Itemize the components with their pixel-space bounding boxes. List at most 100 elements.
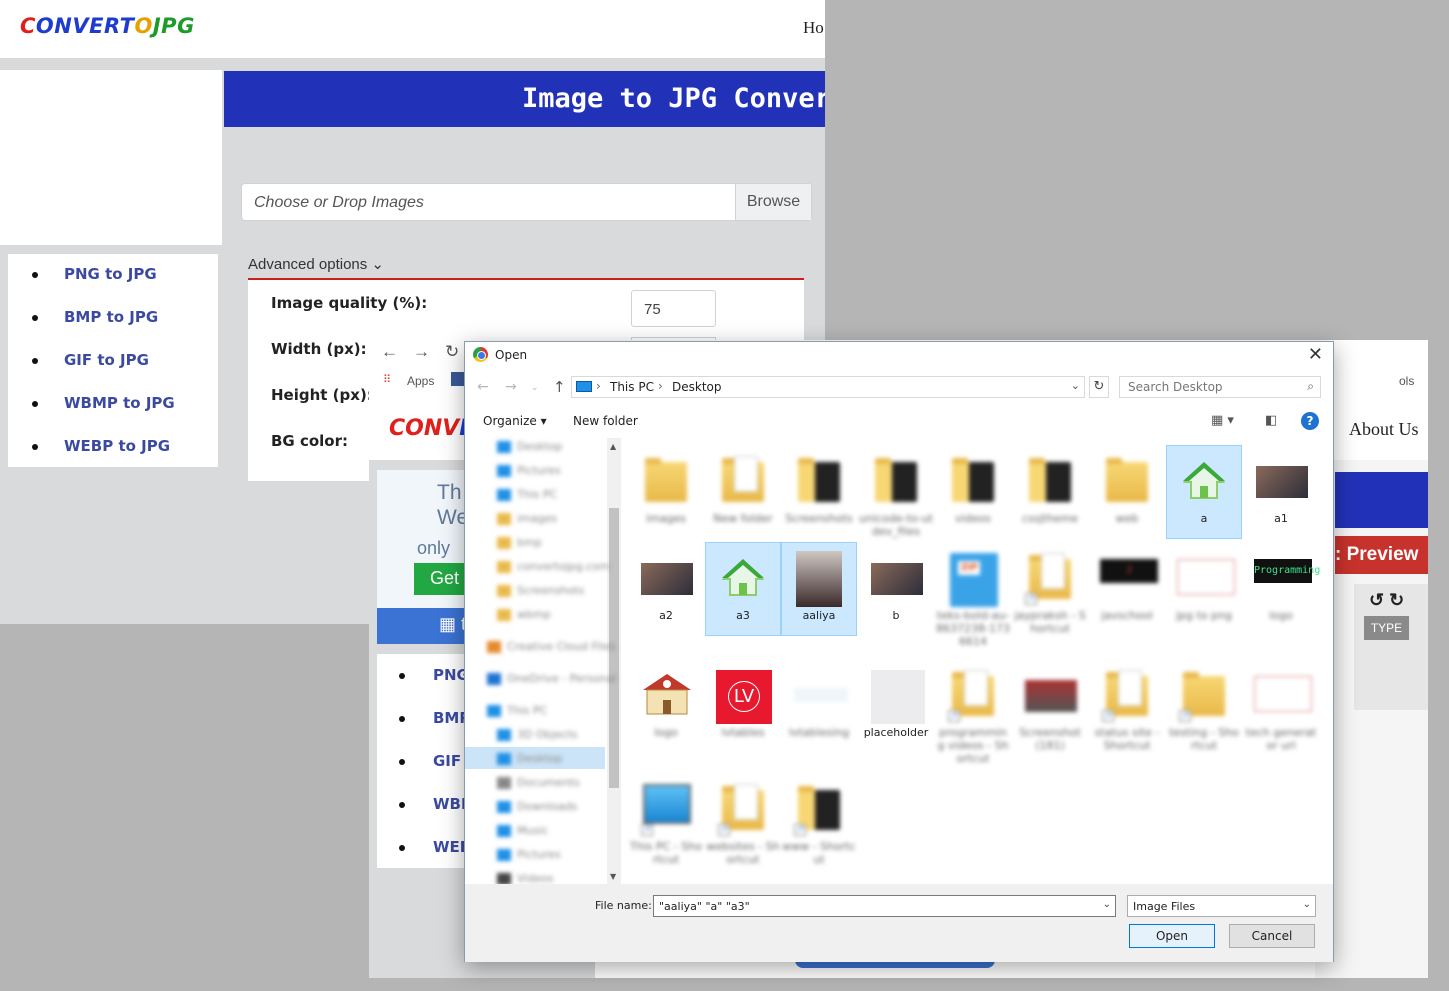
tools-bookmark[interactable]: ols [1399,374,1414,388]
nav-item[interactable]: Desktop [497,438,607,458]
nav-item[interactable]: Music [497,822,607,842]
file-item[interactable]: Screenshot (181) [1013,660,1087,752]
browse-button[interactable]: Browse [735,184,811,220]
school-logo-icon [639,666,693,722]
nav-item[interactable]: Downloads [497,798,607,818]
file-item[interactable]: ↗ testing - Shortcut [1167,660,1241,752]
sidebar-link-png[interactable]: PNG to JPG [8,254,218,297]
file-item[interactable]: logo [629,660,703,752]
file-item[interactable]: Screenshots [782,446,856,538]
nav-item[interactable]: convertojpg.com [497,558,610,578]
file-item[interactable]: tech generator url [1244,660,1318,752]
refresh-icon[interactable]: ↻ [1089,376,1109,398]
file-item[interactable]: a2 [629,543,703,635]
organize-button[interactable]: Organize ▾ [483,414,547,428]
type-button[interactable]: TYPE [1364,616,1409,640]
file-name: lvtablesing [788,726,850,739]
nav-item[interactable]: bmp [497,534,607,554]
up-folder-icon[interactable]: ↑ [553,378,566,396]
help-icon[interactable]: ? [1301,412,1319,430]
rotate-icons[interactable]: ↺ ↻ [1369,590,1404,611]
search-input[interactable]: Search Desktop ⌕ [1119,376,1321,398]
chevron-down-icon[interactable]: ⌄ [1303,899,1311,910]
quality-input[interactable]: 75 [631,290,716,327]
back-icon[interactable]: ← [477,379,489,395]
scroll-up-icon[interactable]: ▲ [610,442,616,451]
nav-home-link[interactable]: Ho [803,18,824,38]
back-arrow-icon[interactable]: ← [381,342,398,362]
site-logo-2[interactable]: CONVE [389,416,474,441]
facebook-icon[interactable] [451,372,465,386]
breadcrumb-desktop[interactable]: Desktop [672,380,722,394]
scroll-down-icon[interactable]: ▼ [610,872,616,881]
file-item[interactable]: ↗ This PC - Shortcut [629,774,703,866]
file-item[interactable]: a3 [705,542,781,636]
nav-item[interactable]: Desktop [497,750,607,770]
chevron-down-icon[interactable]: ⌄ [1071,379,1080,392]
file-item[interactable]: ↗ jaypraksh - Shortcut [1013,543,1087,635]
file-item[interactable]: a [1166,445,1242,539]
nav-item[interactable]: OneDrive - Personal [487,670,616,690]
nav-item[interactable]: Pictures [497,846,607,866]
apps-bookmark[interactable]: Apps [407,374,434,388]
file-item[interactable]: LV lvtables [706,660,780,752]
file-item[interactable]: lvtablesing [782,660,856,752]
folder-icon: ↗ [1177,666,1231,722]
nav-item[interactable]: Creative Cloud Files [487,638,616,658]
view-options-icon[interactable]: ▦ ▾ [1211,413,1234,428]
nav-item[interactable]: Screenshots [497,582,607,602]
file-item[interactable]: images [629,446,703,538]
file-item[interactable]: ↗ programming videos - Shortcut [936,660,1010,765]
file-item[interactable]: ↗ status site - Shortcut [1090,660,1164,752]
reload-icon[interactable]: ↻ [445,342,459,362]
open-button[interactable]: Open [1129,924,1215,948]
file-item[interactable]: ↗ www - Shortcut [782,774,856,866]
forward-arrow-icon[interactable]: → [413,342,430,362]
file-item[interactable]: aaliya [781,542,857,636]
preview-pane-icon[interactable]: ◧ [1265,413,1277,428]
file-item[interactable]: cssjtheme [1013,446,1087,538]
folder-icon [487,705,501,717]
file-item[interactable]: b [859,543,933,635]
recent-chevron-icon[interactable]: ⌄ [531,383,539,393]
site-logo[interactable]: CONVERTOJPG [20,14,195,38]
nav-item[interactable]: images [497,510,607,530]
sidebar-link-bmp[interactable]: BMP to JPG [8,297,218,340]
close-icon[interactable]: ✕ [1308,344,1323,365]
folder-icon [497,441,511,453]
new-folder-button[interactable]: New folder [573,414,638,428]
file-type-select[interactable]: Image Files ⌄ [1127,895,1316,917]
file-name: jpg to png [1176,609,1232,622]
sidebar-link-wbmp[interactable]: WBMP to JPG [8,383,218,426]
file-item[interactable]: Programming logo [1244,543,1320,635]
file-item[interactable]: unicode-to-utdev_files [859,446,933,538]
screenshot-thumbnail-icon [1023,666,1077,722]
file-item[interactable]: jpg to png [1167,543,1241,635]
file-name-input[interactable]: "aaliya" "a" "a3" ⌄ [653,895,1116,917]
file-item[interactable]: New folder [706,446,780,538]
file-item[interactable]: placeholder [859,660,933,752]
advanced-options-toggle[interactable]: Advanced options ⌄ [248,255,384,273]
chevron-down-icon[interactable]: ⌄ [1103,899,1111,910]
nav-item[interactable]: Pictures [497,462,607,482]
nav-item[interactable]: This PC [497,486,607,506]
address-bar[interactable]: › This PC › Desktop ⌄ [571,376,1085,398]
about-us-link[interactable]: About Us [1349,419,1419,440]
forward-icon[interactable]: → [505,379,517,395]
title-banner: Image to JPG Converter [224,71,825,127]
file-item[interactable]: Jjavschool [1090,543,1164,635]
breadcrumb-this-pc[interactable]: This PC [610,380,654,394]
file-item[interactable]: videos [936,446,1010,538]
file-item[interactable]: ↗ websites - Shortcut [706,774,780,866]
nav-item[interactable]: wbmp [497,606,607,626]
file-item[interactable]: teks-bold-au-8637238-1736614 [936,543,1010,648]
file-item[interactable]: a1 [1244,446,1318,538]
nav-item[interactable]: 3D Objects [497,726,607,746]
sidebar-link-gif[interactable]: GIF to JPG [8,340,218,383]
file-item[interactable]: web [1090,446,1164,538]
cancel-button[interactable]: Cancel [1229,924,1315,948]
sidebar-link-webp[interactable]: WEBP to JPG [8,426,218,469]
image-drop-zone[interactable]: Choose or Drop Images Browse [241,183,812,221]
nav-item[interactable]: Documents [497,774,607,794]
nav-item[interactable]: This PC [487,702,597,722]
